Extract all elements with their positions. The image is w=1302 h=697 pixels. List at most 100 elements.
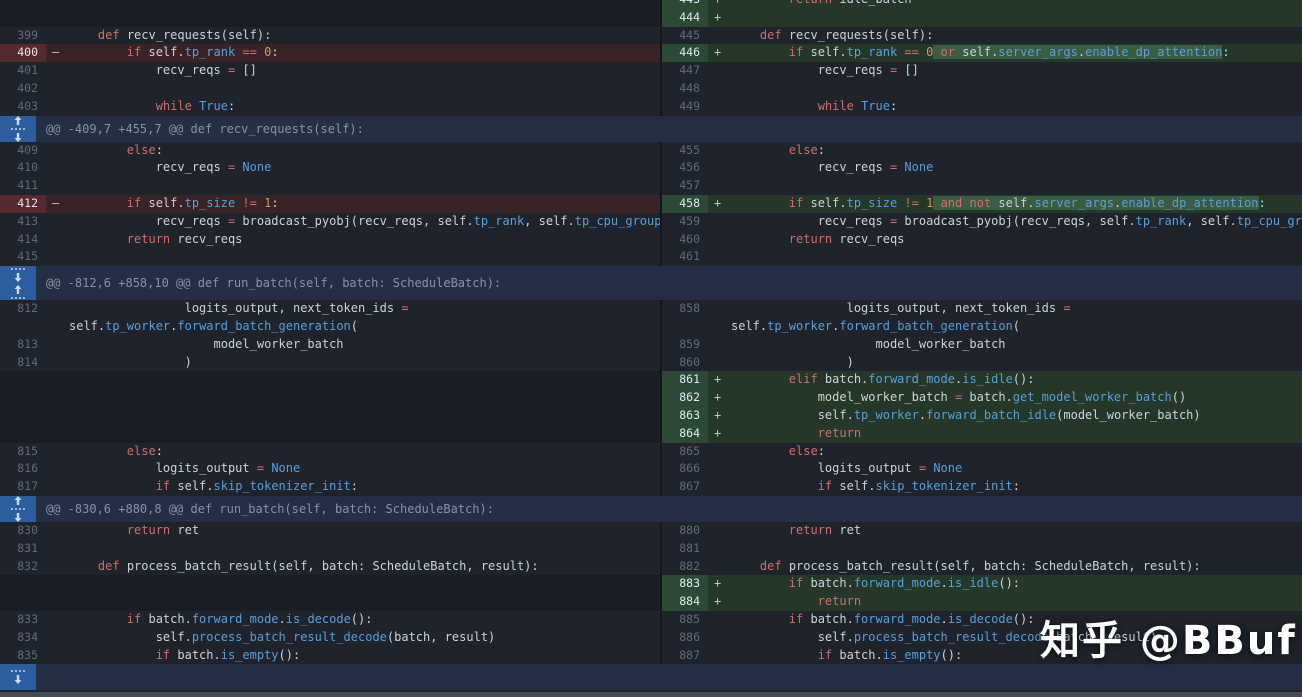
diff-row: 862+ model_worker_batch = batch.get_mode… bbox=[0, 389, 1302, 407]
diff-side: 401 recv_reqs = [] bbox=[0, 62, 660, 80]
diff-row: 830 return ret880 return ret bbox=[0, 522, 1302, 540]
line-number[interactable]: 816 bbox=[0, 460, 46, 478]
diff-row: 816 logits_output = None866 logits_outpu… bbox=[0, 460, 1302, 478]
code-line: return ret bbox=[731, 522, 1302, 540]
diff-row: 832 def process_batch_result(self, batch… bbox=[0, 558, 1302, 576]
line-number[interactable]: 410 bbox=[0, 159, 46, 177]
expand-split-icon[interactable] bbox=[0, 266, 36, 300]
diff-side: 461 bbox=[660, 248, 1302, 266]
line-number[interactable]: 883 bbox=[662, 575, 708, 593]
line-number[interactable]: 831 bbox=[0, 540, 46, 558]
diff-side: 410 recv_reqs = None bbox=[0, 159, 660, 177]
diff-side: 864+ return bbox=[660, 425, 1302, 443]
line-number[interactable]: 882 bbox=[662, 558, 708, 576]
code-line: def recv_requests(self): bbox=[731, 27, 1302, 45]
line-number[interactable]: 864 bbox=[662, 425, 708, 443]
line-number[interactable]: 409 bbox=[0, 142, 46, 160]
line-number[interactable]: 861 bbox=[662, 371, 708, 389]
line-number[interactable]: 457 bbox=[662, 177, 708, 195]
code-line: return idle_batch bbox=[731, 0, 1302, 9]
line-number[interactable]: 414 bbox=[0, 231, 46, 249]
line-number[interactable]: 455 bbox=[662, 142, 708, 160]
line-number[interactable]: 448 bbox=[662, 80, 708, 98]
line-number[interactable]: 812 bbox=[0, 300, 46, 318]
line-number[interactable]: 399 bbox=[0, 27, 46, 45]
diff-marker bbox=[46, 540, 69, 558]
line-number[interactable]: 456 bbox=[662, 159, 708, 177]
diff-side: 859 model_worker_batch bbox=[660, 336, 1302, 354]
line-number[interactable]: 862 bbox=[662, 389, 708, 407]
code-line: elif batch.forward_mode.is_idle(): bbox=[731, 371, 1302, 389]
code-line bbox=[731, 80, 1302, 98]
line-number[interactable]: 830 bbox=[0, 522, 46, 540]
code-line: recv_reqs = broadcast_pyobj(recv_reqs, s… bbox=[731, 213, 1302, 231]
line-number[interactable]: 880 bbox=[662, 522, 708, 540]
diff-marker bbox=[46, 80, 69, 98]
line-number[interactable]: 832 bbox=[0, 558, 46, 576]
diff-side: 449 while True: bbox=[660, 98, 1302, 116]
line-number[interactable]: 445 bbox=[662, 27, 708, 45]
line-number[interactable]: 859 bbox=[662, 336, 708, 354]
line-number[interactable]: 413 bbox=[0, 213, 46, 231]
line-number[interactable]: 863 bbox=[662, 407, 708, 425]
line-number[interactable]: 881 bbox=[662, 540, 708, 558]
diff-side: 400– if self.tp_rank == 0: bbox=[0, 44, 660, 62]
line-number[interactable] bbox=[662, 318, 708, 336]
line-number[interactable]: 446 bbox=[662, 44, 708, 62]
diff-marker bbox=[708, 460, 731, 478]
line-number[interactable]: 460 bbox=[662, 231, 708, 249]
code-line bbox=[731, 248, 1302, 266]
line-number[interactable]: 402 bbox=[0, 80, 46, 98]
diff-row: 814 )860 ) bbox=[0, 354, 1302, 372]
line-number[interactable]: 411 bbox=[0, 177, 46, 195]
line-number[interactable]: 449 bbox=[662, 98, 708, 116]
line-number[interactable]: 415 bbox=[0, 248, 46, 266]
line-number[interactable]: 833 bbox=[0, 611, 46, 629]
line-number[interactable]: 817 bbox=[0, 478, 46, 496]
line-number[interactable]: 867 bbox=[662, 478, 708, 496]
diff-side: 867 if self.skip_tokenizer_init: bbox=[660, 478, 1302, 496]
line-number[interactable]: 887 bbox=[662, 647, 708, 665]
line-number[interactable]: 885 bbox=[662, 611, 708, 629]
expand-all-icon[interactable] bbox=[0, 116, 36, 142]
line-number[interactable]: 403 bbox=[0, 98, 46, 116]
line-number[interactable]: 884 bbox=[662, 593, 708, 611]
line-number[interactable]: 813 bbox=[0, 336, 46, 354]
diff-row: 444+ bbox=[0, 9, 1302, 27]
line-number[interactable]: 447 bbox=[662, 62, 708, 80]
diff-marker bbox=[46, 231, 69, 249]
line-number[interactable]: 461 bbox=[662, 248, 708, 266]
line-number[interactable]: 866 bbox=[662, 460, 708, 478]
line-number[interactable]: 835 bbox=[0, 647, 46, 665]
code-line: if self.skip_tokenizer_init: bbox=[69, 478, 660, 496]
diff-side: 865 else: bbox=[660, 443, 1302, 461]
diff-marker bbox=[46, 629, 69, 647]
diff-side: 834 self.process_batch_result_decode(bat… bbox=[0, 629, 660, 647]
expand-all-icon[interactable] bbox=[0, 496, 36, 522]
line-number[interactable]: 412 bbox=[0, 195, 46, 213]
line-number[interactable]: 834 bbox=[0, 629, 46, 647]
bottom-scroll-strip[interactable] bbox=[0, 692, 1302, 697]
line-number[interactable] bbox=[0, 318, 46, 336]
hunk-header: @@ -830,6 +880,8 @@ def run_batch(self, … bbox=[0, 496, 1302, 522]
diff-marker bbox=[46, 177, 69, 195]
line-number[interactable]: 860 bbox=[662, 354, 708, 372]
code-line: self.tp_worker.forward_batch_generation( bbox=[731, 318, 1302, 336]
line-number[interactable]: 401 bbox=[0, 62, 46, 80]
line-number[interactable]: 400 bbox=[0, 44, 46, 62]
line-number[interactable]: 444 bbox=[662, 9, 708, 27]
expand-down-icon[interactable] bbox=[0, 664, 36, 690]
diff-marker bbox=[46, 478, 69, 496]
line-number[interactable]: 443 bbox=[662, 0, 708, 9]
expand-bottom-bar bbox=[0, 664, 1302, 690]
diff-side: 812 logits_output, next_token_ids = bbox=[0, 300, 660, 318]
line-number[interactable]: 858 bbox=[662, 300, 708, 318]
line-number[interactable]: 815 bbox=[0, 443, 46, 461]
line-number[interactable]: 459 bbox=[662, 213, 708, 231]
line-number[interactable]: 814 bbox=[0, 354, 46, 372]
diff-side: 414 return recv_reqs bbox=[0, 231, 660, 249]
line-number[interactable]: 865 bbox=[662, 443, 708, 461]
line-number[interactable]: 458 bbox=[662, 195, 708, 213]
diff-marker bbox=[708, 248, 731, 266]
line-number[interactable]: 886 bbox=[662, 629, 708, 647]
